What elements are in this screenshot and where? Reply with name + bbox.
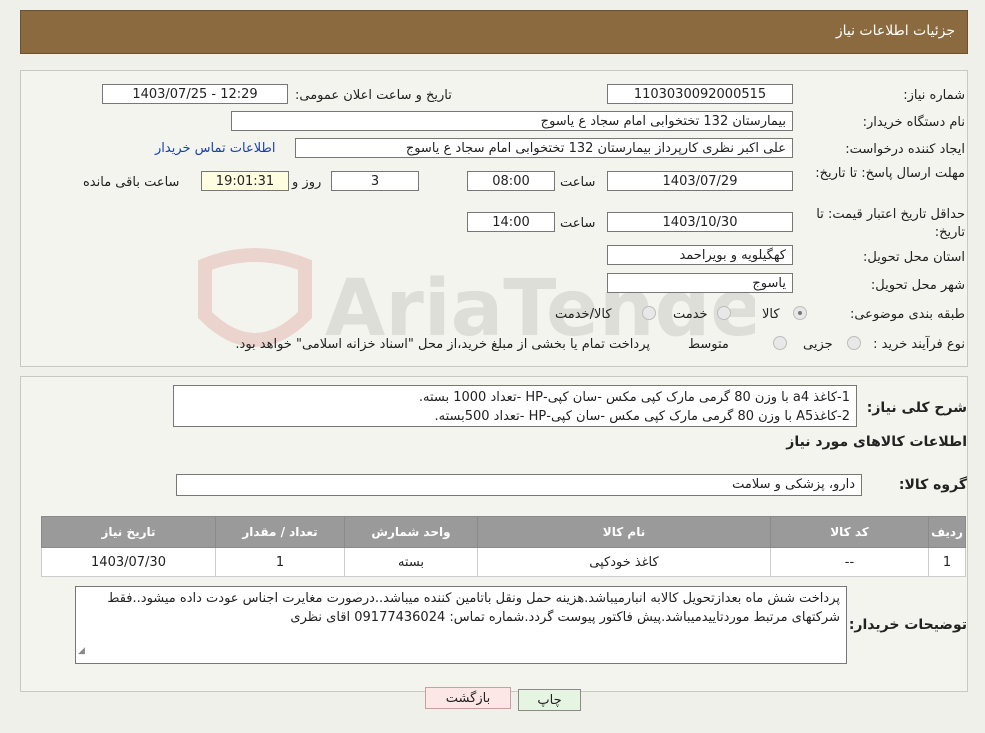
time-left-field: 19:01:31 <box>201 171 289 191</box>
days-left-field: 3 <box>331 171 419 191</box>
category-label: طبقه بندی موضوعی: <box>849 307 965 322</box>
category-goods-service-radio[interactable] <box>642 306 656 320</box>
buyer-org-label: نام دستگاه خریدار: <box>862 115 965 130</box>
table-row: 1 -- کاغذ خودکپی بسته 1 1403/07/30 <box>41 547 966 577</box>
contact-buyer-link[interactable]: اطلاعات تماس خریدار <box>155 141 275 156</box>
category-service-radio[interactable] <box>717 306 731 320</box>
validity-label: حداقل تاریخ اعتبار قیمت: تا تاریخ: <box>816 207 965 240</box>
cell-qty: 1 <box>215 547 345 577</box>
province-label: استان محل تحویل: <box>863 250 965 265</box>
page-title: جزئیات اطلاعات نیاز <box>835 23 955 39</box>
requester-label: ایجاد کننده درخواست: <box>845 142 965 157</box>
need-number-label: شماره نیاز: <box>903 88 965 103</box>
general-desc-line-1: 1-کاغذ a4 با وزن 80 گرمی مارک کپی مکس -س… <box>418 390 850 405</box>
page-header: جزئیات اطلاعات نیاز <box>20 10 968 54</box>
cell-date: 1403/07/30 <box>41 547 216 577</box>
remaining-label: ساعت باقی مانده <box>83 175 180 190</box>
requester-field: علی اکبر نظری کارپرداز بیمارستان 132 تخت… <box>295 138 793 158</box>
goods-group-label: گروه کالا: <box>898 477 967 493</box>
process-partial-label: جزیی <box>803 337 833 352</box>
goods-group-field: دارو، پزشکی و سلامت <box>176 474 862 496</box>
buyer-notes-field: پرداخت شش ماه بعدازتحویل کالابه انبارمیب… <box>75 586 847 664</box>
category-service-label: خدمت <box>673 307 708 322</box>
buyer-notes-text: پرداخت شش ماه بعدازتحویل کالابه انبارمیب… <box>107 591 840 625</box>
print-button[interactable]: چاپ <box>518 689 581 711</box>
announce-date-field: 1403/07/25 - 12:29 <box>102 84 288 104</box>
process-medium-radio[interactable] <box>773 336 787 350</box>
validity-time-field: 14:00 <box>467 212 555 232</box>
deadline-time-field: 08:00 <box>467 171 555 191</box>
deadline-date-field: 1403/07/29 <box>607 171 793 191</box>
col-date: تاریخ نیاز <box>41 516 216 548</box>
general-desc-label: شرح کلی نیاز: <box>866 400 967 416</box>
cell-code: -- <box>770 547 929 577</box>
general-desc-field: 1-کاغذ a4 با وزن 80 گرمی مارک کپی مکس -س… <box>173 385 857 427</box>
category-goods-radio[interactable] <box>793 306 807 320</box>
col-unit: واحد شمارش <box>344 516 478 548</box>
col-qty: تعداد / مقدار <box>215 516 345 548</box>
process-medium-label: متوسط <box>688 337 729 352</box>
cell-row: 1 <box>928 547 966 577</box>
col-row: ردیف <box>928 516 966 548</box>
goods-table: ردیف کد کالا نام کالا واحد شمارش تعداد /… <box>41 516 966 577</box>
city-label: شهر محل تحویل: <box>870 278 965 293</box>
days-word-label: روز و <box>292 175 322 190</box>
table-header-row: ردیف کد کالا نام کالا واحد شمارش تعداد /… <box>41 516 966 548</box>
city-field: یاسوج <box>607 273 793 293</box>
process-label: نوع فرآیند خرید : <box>873 337 965 352</box>
buyer-org-field: بیمارستان 132 تختخوابی امام سجاد ع یاسوج <box>231 111 793 131</box>
category-goods-service-label: کالا/خدمت <box>555 307 612 322</box>
validity-date-field: 1403/10/30 <box>607 212 793 232</box>
need-number-field: 1103030092000515 <box>607 84 793 104</box>
col-code: کد کالا <box>770 516 929 548</box>
buyer-notes-label: توضیحات خریدار: <box>848 617 967 633</box>
process-partial-radio[interactable] <box>847 336 861 350</box>
cell-unit: بسته <box>344 547 478 577</box>
deadline-label: مهلت ارسال پاسخ: تا تاریخ: <box>815 166 965 181</box>
deadline-time-label: ساعت <box>560 175 596 190</box>
goods-info-title: اطلاعات کالاهای مورد نیاز <box>786 434 967 450</box>
province-field: کهگیلویه و بویراحمد <box>607 245 793 265</box>
category-goods-label: کالا <box>762 307 780 322</box>
cell-name: کاغذ خودکپی <box>477 547 771 577</box>
resize-grip-icon[interactable]: ◢ <box>78 642 85 661</box>
back-button[interactable]: بازگشت <box>425 687 511 709</box>
general-desc-line-2: 2-کاغذA5 با وزن 80 گرمی مارک کپی مکس -سا… <box>434 409 850 424</box>
process-note: پرداخت تمام یا بخشی از مبلغ خرید،از محل … <box>235 337 650 352</box>
col-name: نام کالا <box>477 516 771 548</box>
announce-date-label: تاریخ و ساعت اعلان عمومی: <box>295 88 452 103</box>
validity-time-label: ساعت <box>560 216 596 231</box>
